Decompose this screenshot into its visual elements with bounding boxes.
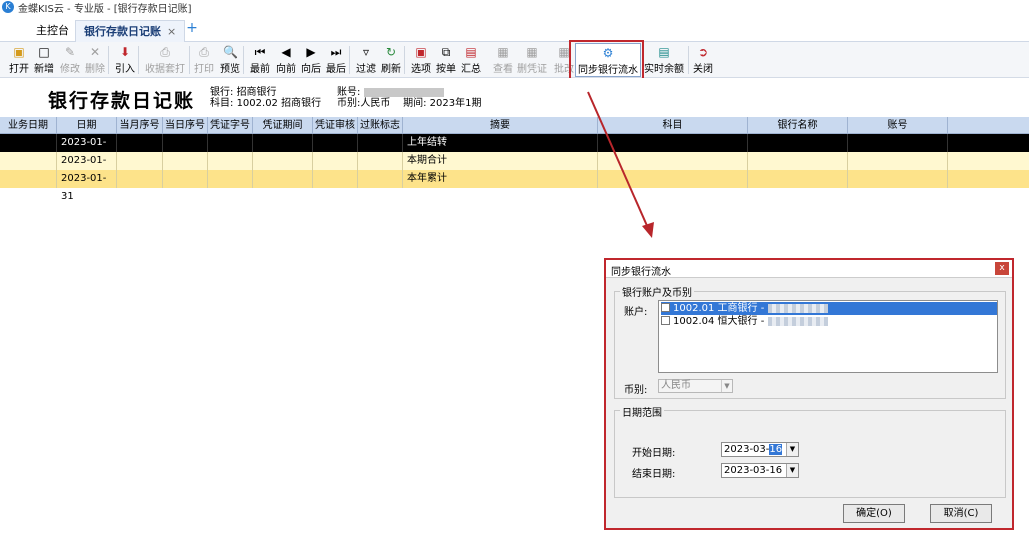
close-icon[interactable]: x [995, 262, 1009, 275]
dialog-titlebar: 同步银行流水 x [606, 260, 1012, 278]
account-item-icbc[interactable]: 1002.01 工商银行 - [661, 302, 997, 315]
end-date-label: 结束日期: [632, 469, 676, 480]
end-date-input[interactable]: 2023-03-16 ▼ [721, 463, 799, 478]
account-label: 账户: [624, 307, 648, 318]
account-item-hengda[interactable]: 1002.04 恒大银行 - [661, 315, 997, 328]
accounts-group-legend: 银行账户及币别 [620, 284, 694, 299]
currency-label: 币别: [624, 385, 648, 396]
sync-bank-dialog: 同步银行流水 x 银行账户及币别 账户: 1002.01 工商银行 - 1002… [604, 258, 1014, 530]
start-date-input[interactable]: 2023-03-16 ▼ [721, 442, 799, 457]
chevron-down-icon[interactable]: ▼ [786, 443, 798, 456]
currency-select[interactable]: 人民币 ▼ [658, 379, 733, 393]
masked-account [767, 316, 828, 326]
start-date-label: 开始日期: [632, 448, 676, 459]
account-checkbox[interactable] [661, 303, 670, 312]
masked-account [767, 303, 828, 313]
chevron-down-icon[interactable]: ▼ [786, 464, 798, 477]
account-checkbox[interactable] [661, 316, 670, 325]
start-day-selection: 16 [769, 444, 783, 455]
account-list[interactable]: 1002.01 工商银行 - 1002.04 恒大银行 - [658, 300, 998, 373]
date-range-legend: 日期范围 [620, 404, 664, 419]
ok-button[interactable]: 确定(O) [843, 504, 905, 523]
cancel-button[interactable]: 取消(C) [930, 504, 992, 523]
chevron-down-icon: ▼ [721, 380, 732, 392]
dialog-title: 同步银行流水 [611, 267, 671, 278]
